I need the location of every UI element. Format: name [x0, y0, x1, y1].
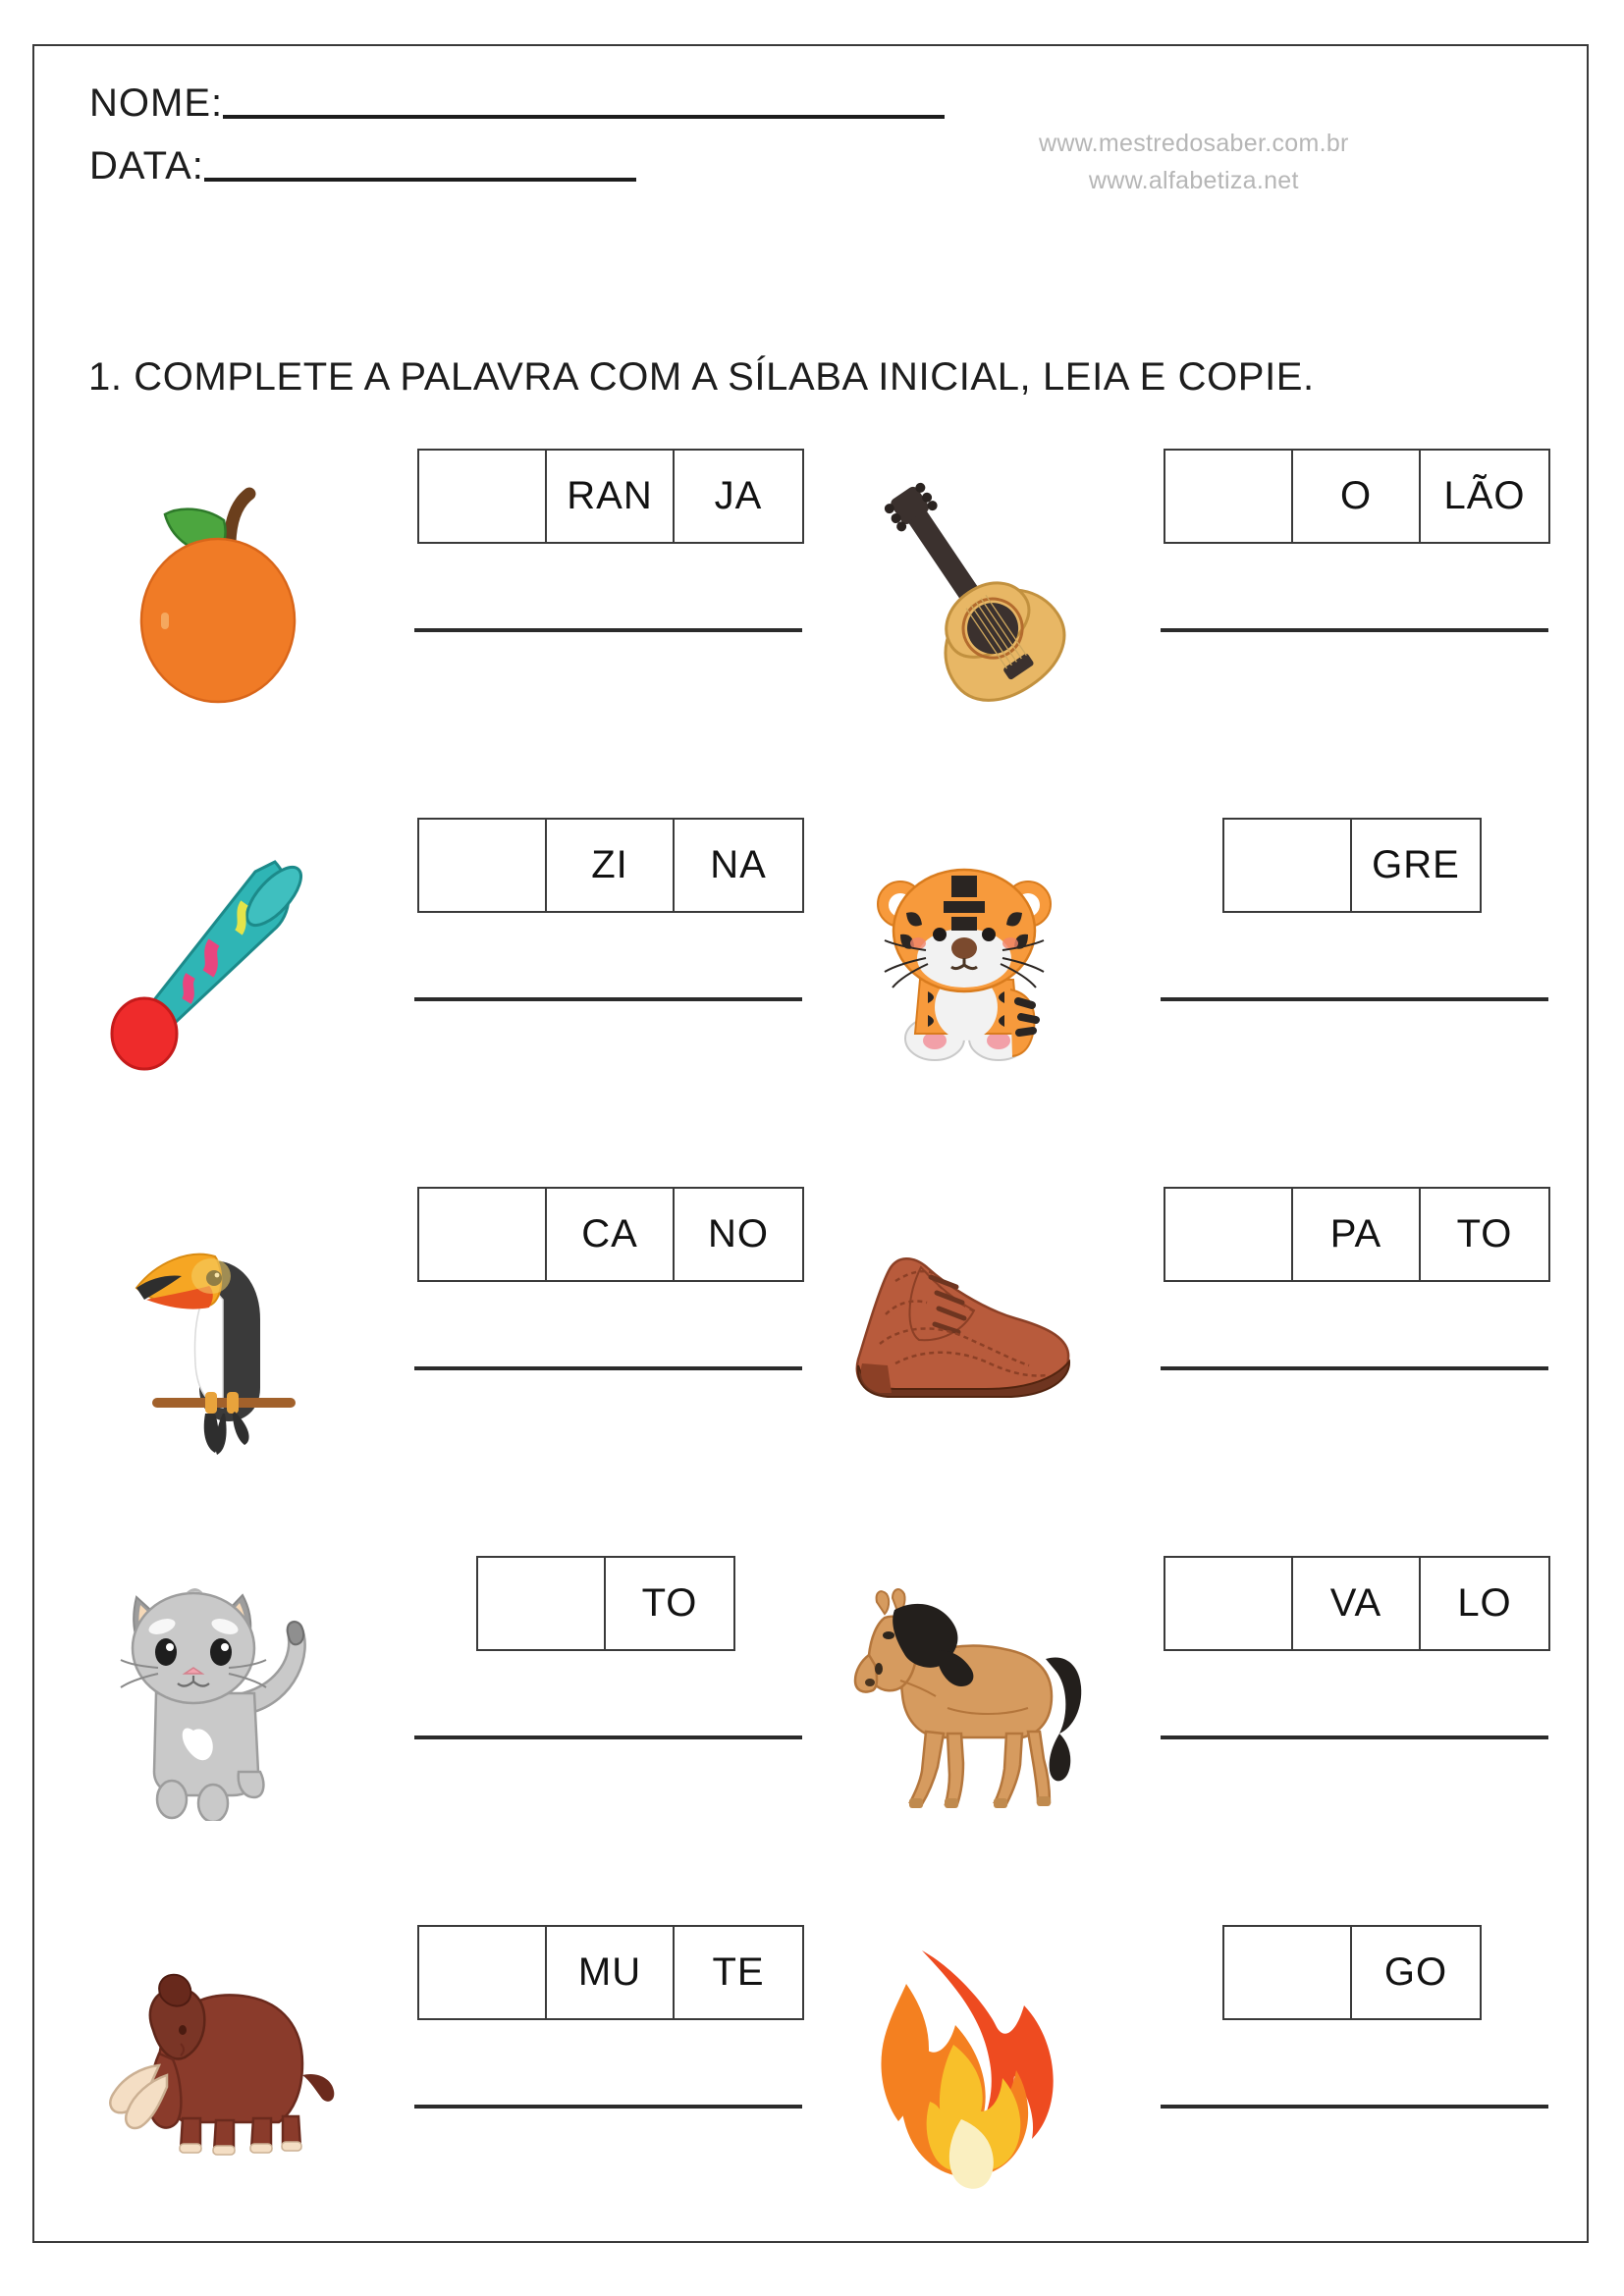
name-label: NOME:: [89, 81, 224, 125]
answer-area: GO: [1136, 1915, 1548, 2239]
syllable-cell-blank[interactable]: [1165, 1189, 1293, 1280]
exercise-item-tigre: GRE: [812, 808, 1558, 1177]
syllable-cell: JA: [714, 474, 763, 517]
copy-write-line[interactable]: [1161, 628, 1548, 632]
syllable-cell-blank[interactable]: [1224, 820, 1352, 911]
exercise-item-buzina: ZI NA: [66, 808, 812, 1177]
copy-write-line[interactable]: [414, 1735, 802, 1739]
worksheet-header: NOME: DATA: www.mestredosaber.com.br www…: [62, 64, 1554, 211]
orange-fruit-icon: [66, 439, 370, 733]
syllable-cell: LÃO: [1443, 474, 1526, 517]
copy-write-line[interactable]: [1161, 2105, 1548, 2109]
instruction-text: 1. COMPLETE A PALAVRA COM A SÍLABA INICI…: [88, 355, 1315, 399]
exercise-item-mamute: MU TE: [66, 1915, 812, 2284]
copy-write-line[interactable]: [414, 2105, 802, 2109]
syllable-box: VA LO: [1164, 1556, 1550, 1651]
syllable-cell-blank[interactable]: [1165, 451, 1293, 542]
name-field-row: NOME:: [89, 81, 946, 125]
website-url-primary: www.mestredosaber.com.br: [1039, 130, 1349, 157]
copy-write-line[interactable]: [1161, 997, 1548, 1001]
exercise-row: ZI NA GRE: [44, 808, 1586, 1177]
exercise-item-sapato: PA TO: [812, 1177, 1558, 1546]
syllable-cell: TE: [712, 1950, 765, 1994]
answer-area: VA LO: [1136, 1546, 1550, 1870]
answer-area: MU TE: [390, 1915, 804, 2239]
syllable-cell: VA: [1293, 1558, 1421, 1649]
answer-area: RAN JA: [390, 439, 804, 763]
syllable-box: O LÃO: [1164, 449, 1550, 544]
copy-write-line[interactable]: [1161, 1735, 1548, 1739]
dress-shoe-icon: [812, 1177, 1116, 1471]
exercise-item-laranja: RAN JA: [66, 439, 812, 808]
syllable-cell: NO: [708, 1212, 769, 1255]
answer-area: PA TO: [1136, 1177, 1550, 1501]
tiger-icon: [812, 808, 1116, 1102]
syllable-cell-blank[interactable]: [419, 451, 547, 542]
syllable-cell-blank[interactable]: [1224, 1927, 1352, 2018]
copy-write-line[interactable]: [414, 997, 802, 1001]
acoustic-guitar-icon: [812, 439, 1116, 733]
syllable-cell: MU: [547, 1927, 675, 2018]
syllable-box: PA TO: [1164, 1187, 1550, 1282]
syllable-cell-blank[interactable]: [478, 1558, 606, 1649]
copy-write-line[interactable]: [414, 1366, 802, 1370]
exercise-item-fogo: GO: [812, 1915, 1558, 2284]
syllable-cell-blank[interactable]: [419, 1189, 547, 1280]
name-write-line[interactable]: [223, 115, 946, 119]
syllable-box: RAN JA: [417, 449, 804, 544]
exercise-item-cavalo: VA LO: [812, 1546, 1558, 1915]
answer-area: GRE: [1136, 808, 1548, 1132]
date-label: DATA:: [89, 144, 204, 187]
date-field-row: DATA:: [89, 144, 636, 187]
syllable-cell: CA: [547, 1189, 675, 1280]
syllable-cell: GRE: [1372, 843, 1460, 886]
mammoth-icon: [66, 1915, 370, 2210]
syllable-cell: PA: [1293, 1189, 1421, 1280]
syllable-cell: TO: [1456, 1212, 1513, 1255]
answer-area: ZI NA: [390, 808, 804, 1132]
exercise-item-violao: O LÃO: [812, 439, 1558, 808]
syllable-box: GO: [1222, 1925, 1482, 2020]
copy-write-line[interactable]: [1161, 1366, 1548, 1370]
syllable-cell: RAN: [547, 451, 675, 542]
exercise-item-gato: TO: [66, 1546, 812, 1915]
syllable-cell-blank[interactable]: [419, 1927, 547, 2018]
exercise-grid: RAN JA O LÃO ZI NA GRE CA NO PA TO TO VA…: [44, 439, 1586, 2288]
party-horn-icon: [66, 808, 370, 1102]
syllable-box: MU TE: [417, 1925, 804, 2020]
website-watermark: www.mestredosaber.com.br www.alfabetiza.…: [1039, 125, 1349, 199]
syllable-cell: GO: [1383, 1950, 1448, 1994]
syllable-cell: TO: [641, 1581, 698, 1625]
syllable-cell-blank[interactable]: [419, 820, 547, 911]
worksheet-page: NOME: DATA: www.mestredosaber.com.br www…: [32, 44, 1589, 2243]
syllable-cell: LO: [1457, 1581, 1512, 1625]
date-write-line[interactable]: [203, 178, 636, 182]
answer-area: CA NO: [390, 1177, 804, 1501]
copy-write-line[interactable]: [414, 628, 802, 632]
syllable-cell: ZI: [547, 820, 675, 911]
exercise-row: CA NO PA TO: [44, 1177, 1586, 1546]
exercise-row: RAN JA O LÃO: [44, 439, 1586, 808]
website-url-secondary: www.alfabetiza.net: [1088, 167, 1299, 194]
syllable-box: ZI NA: [417, 818, 804, 913]
syllable-box: CA NO: [417, 1187, 804, 1282]
syllable-cell-blank[interactable]: [1165, 1558, 1293, 1649]
exercise-item-tucano: CA NO: [66, 1177, 812, 1546]
answer-area: O LÃO: [1136, 439, 1550, 763]
syllable-box: TO: [476, 1556, 735, 1651]
answer-area: TO: [390, 1546, 802, 1870]
exercise-row: TO VA LO: [44, 1546, 1586, 1915]
cat-icon: [66, 1546, 370, 1841]
syllable-cell: NA: [710, 843, 767, 886]
fire-flame-icon: [812, 1915, 1116, 2210]
syllable-cell: O: [1293, 451, 1421, 542]
horse-icon: [812, 1546, 1116, 1841]
exercise-row: MU TE GO: [44, 1915, 1586, 2288]
syllable-box: GRE: [1222, 818, 1482, 913]
toucan-icon: [66, 1177, 370, 1471]
